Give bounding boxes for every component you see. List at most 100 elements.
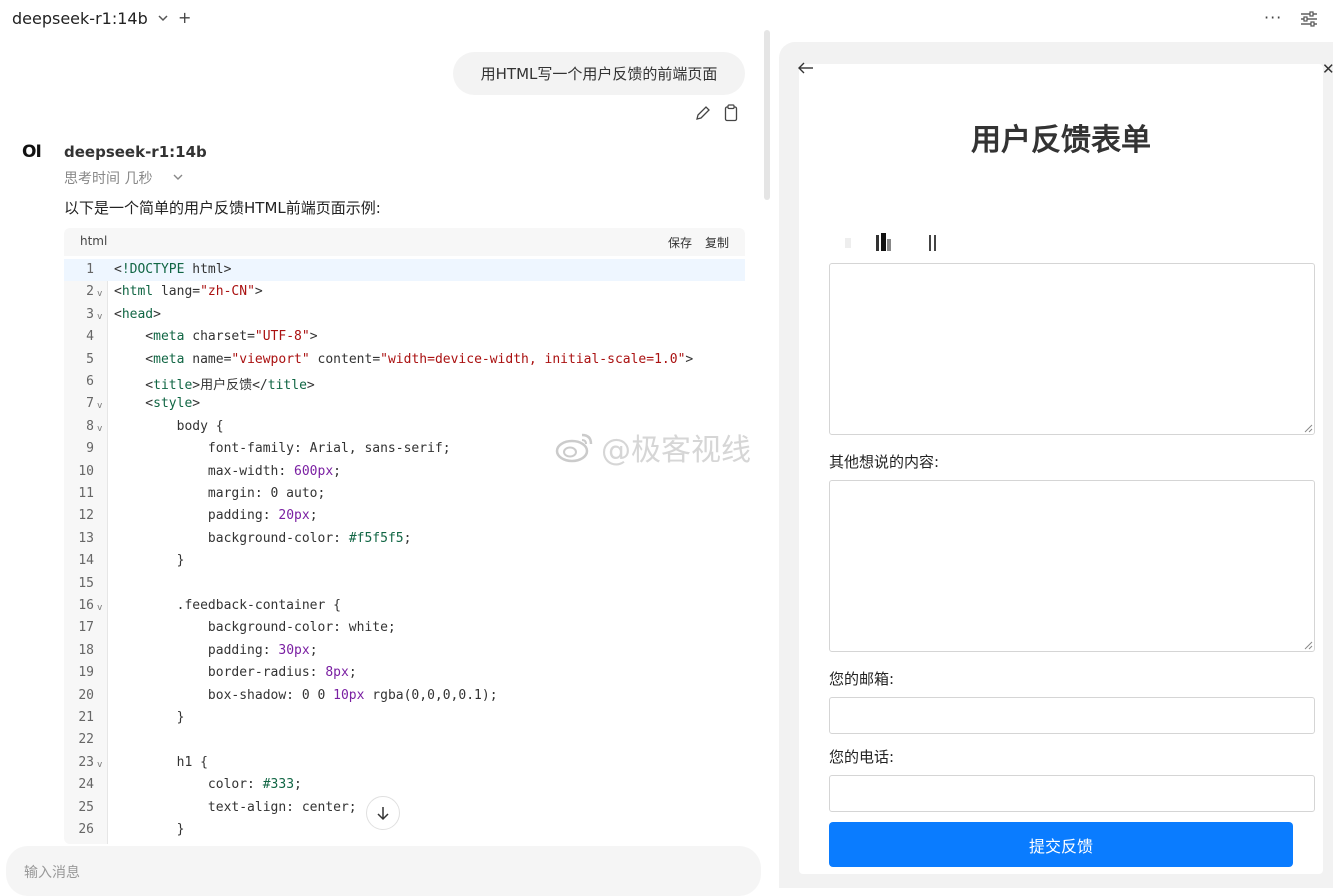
- assistant-avatar: OI: [22, 142, 42, 162]
- line-number: 21: [78, 710, 94, 725]
- line-number: 8: [86, 418, 94, 434]
- code-line[interactable]: 17 background-color: white;: [64, 617, 745, 639]
- code-editor[interactable]: 1 <!DOCTYPE html> 2 v <html lang="zh-CN"> 3 v <…: [64, 259, 745, 844]
- save-button[interactable]: 保存: [668, 234, 692, 251]
- code-text: padding: 20px;: [114, 508, 318, 524]
- thinking-toggle[interactable]: 思考时间 几秒: [64, 168, 152, 188]
- line-number: 11: [78, 486, 94, 501]
- submit-feedback-button[interactable]: 提交反馈: [829, 822, 1293, 867]
- clipboard-icon[interactable]: [723, 104, 739, 122]
- code-line[interactable]: 4 <meta charset="UTF-8">: [64, 326, 745, 348]
- code-text: background-color: #f5f5f5;: [114, 530, 412, 546]
- code-text: background-color: white;: [114, 620, 396, 636]
- watermark-text: @极客视线: [601, 433, 751, 468]
- message-input-placeholder: 输入消息: [24, 865, 80, 881]
- settings-sliders-icon[interactable]: [1300, 11, 1318, 27]
- line-number: 25: [78, 799, 94, 815]
- message-input[interactable]: 输入消息: [6, 846, 761, 896]
- code-text: body {: [114, 418, 224, 434]
- code-text: color: #333;: [114, 777, 302, 793]
- chevron-down-icon[interactable]: [172, 171, 184, 183]
- arrow-left-icon[interactable]: [797, 60, 815, 76]
- watermark: @极客视线: [555, 425, 780, 469]
- other-content-label: 其他想说的内容:: [829, 453, 940, 471]
- code-text: <title>用户反馈</title>: [114, 378, 315, 393]
- plus-icon[interactable]: +: [178, 8, 191, 27]
- resize-grip-icon[interactable]: [1304, 641, 1313, 650]
- code-line[interactable]: 22: [64, 729, 745, 751]
- fold-chevron-icon[interactable]: v: [97, 760, 102, 770]
- resize-grip-icon[interactable]: [1304, 424, 1313, 433]
- code-line[interactable]: 11 margin: 0 auto;: [64, 483, 745, 505]
- code-line[interactable]: 26 }: [64, 819, 745, 841]
- line-number: 4: [86, 329, 94, 345]
- other-content-textarea[interactable]: [829, 480, 1315, 652]
- render-artifact: [845, 233, 936, 251]
- code-line[interactable]: 23 v h1 {: [64, 752, 745, 774]
- code-line[interactable]: 14 }: [64, 550, 745, 572]
- code-line[interactable]: 12 padding: 20px;: [64, 505, 745, 527]
- line-number: 22: [78, 732, 94, 748]
- code-line[interactable]: 16 v .feedback-container {: [64, 595, 745, 617]
- copy-button[interactable]: 复制: [705, 234, 729, 251]
- fold-chevron-icon[interactable]: v: [97, 312, 102, 322]
- line-number: 13: [78, 530, 94, 546]
- phone-field[interactable]: [829, 775, 1315, 812]
- line-number: 12: [78, 508, 94, 524]
- code-line[interactable]: 24 color: #333;: [64, 774, 745, 796]
- code-line[interactable]: 25 text-align: center;: [64, 797, 745, 819]
- fold-chevron-icon[interactable]: v: [97, 289, 102, 299]
- code-line[interactable]: 1 <!DOCTYPE html>: [64, 259, 745, 281]
- model-selector[interactable]: deepseek-r1:14b: [12, 9, 148, 28]
- line-number: 3: [86, 306, 94, 322]
- line-number: 23: [78, 754, 94, 770]
- code-line[interactable]: 3 v <head>: [64, 304, 745, 326]
- code-text: }: [114, 710, 185, 725]
- code-line[interactable]: 13 background-color: #f5f5f5;: [64, 528, 745, 550]
- code-line[interactable]: 18 padding: 30px;: [64, 640, 745, 662]
- code-line[interactable]: 6 <title>用户反馈</title>: [64, 371, 745, 393]
- code-text: <style>: [114, 396, 201, 412]
- code-line[interactable]: 19 border-radius: 8px;: [64, 662, 745, 684]
- code-line[interactable]: 20 box-shadow: 0 0 10px rgba(0,0,0,0.1);: [64, 685, 745, 707]
- chevron-down-icon[interactable]: [156, 11, 170, 25]
- scroll-to-bottom-button[interactable]: [366, 796, 400, 830]
- line-number: 20: [78, 687, 94, 703]
- code-text: }: [114, 822, 185, 837]
- code-line[interactable]: 2 v <html lang="zh-CN">: [64, 281, 745, 303]
- more-icon[interactable]: ···: [1264, 8, 1282, 27]
- email-label: 您的邮箱:: [829, 670, 895, 688]
- line-number: 24: [78, 777, 94, 793]
- email-field[interactable]: [829, 697, 1315, 734]
- code-block-header: html 保存 复制: [64, 228, 745, 256]
- fold-chevron-icon[interactable]: v: [97, 424, 102, 434]
- user-message-bubble: 用HTML写一个用户反馈的前端页面: [453, 52, 745, 95]
- line-number: 1: [86, 262, 94, 277]
- user-message-text: 用HTML写一个用户反馈的前端页面: [480, 65, 718, 83]
- weibo-logo-icon: [555, 433, 593, 463]
- edit-pencil-icon[interactable]: [695, 105, 711, 121]
- code-text: <head>: [114, 306, 161, 322]
- code-line[interactable]: 7v <style>: [64, 393, 745, 415]
- line-number: 17: [78, 620, 94, 636]
- code-text: margin: 0 auto;: [114, 486, 326, 501]
- close-icon[interactable]: ✕: [1322, 60, 1333, 78]
- code-line[interactable]: 5 <meta name="viewport" content="width=d…: [64, 349, 745, 371]
- code-text: <meta name="viewport" content="width=dev…: [114, 351, 694, 367]
- line-number: 10: [78, 463, 94, 479]
- fold-chevron-icon[interactable]: v: [97, 603, 102, 613]
- code-line[interactable]: 15: [64, 573, 745, 595]
- code-text: h1 {: [114, 754, 208, 770]
- code-text: max-width: 600px;: [114, 463, 341, 479]
- code-text: <!DOCTYPE html>: [114, 262, 232, 277]
- code-text: box-shadow: 0 0 10px rgba(0,0,0,0.1);: [114, 687, 498, 703]
- line-number: 26: [78, 822, 94, 837]
- chat-scrollbar[interactable]: [764, 30, 770, 200]
- code-text: border-radius: 8px;: [114, 665, 357, 681]
- arrow-down-icon: [377, 807, 389, 821]
- line-number: 7: [86, 396, 94, 412]
- feedback-textarea[interactable]: [829, 263, 1315, 435]
- code-line[interactable]: 21 }: [64, 707, 745, 729]
- fold-chevron-icon[interactable]: v: [97, 401, 102, 411]
- form-title: 用户反馈表单: [971, 123, 1151, 158]
